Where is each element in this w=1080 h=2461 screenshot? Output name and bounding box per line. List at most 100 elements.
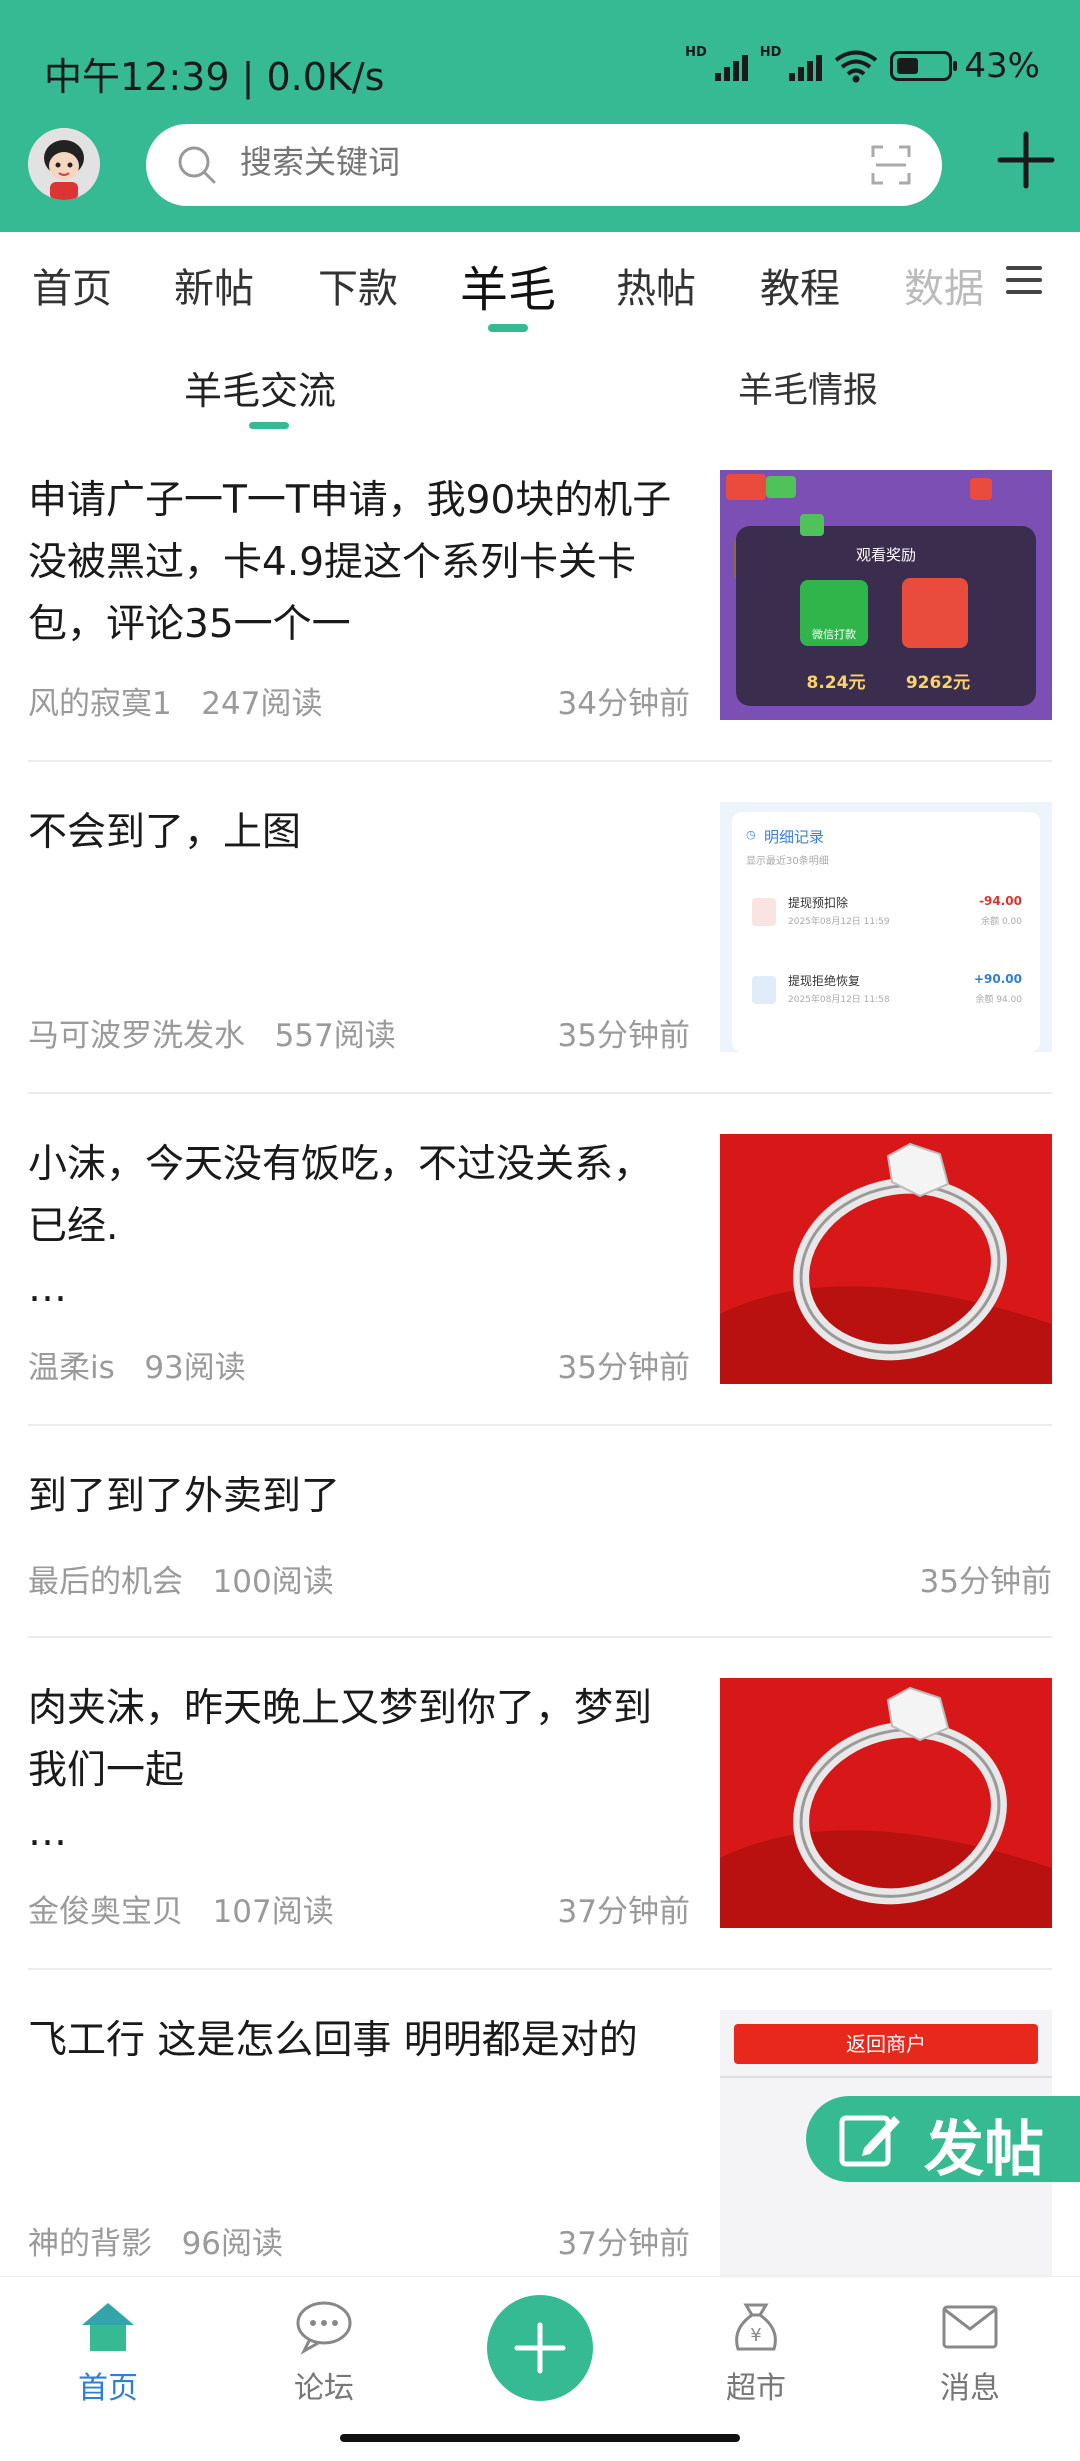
record-date: 2025年08月12日 11:58 [788,995,890,1005]
nav-home[interactable]: 首页 [38,2299,178,2407]
nav-forum[interactable]: 论坛 [254,2299,394,2407]
record-date: 2025年08月12日 11:59 [788,917,890,927]
post-author[interactable]: 神的背影 [28,2226,152,2262]
post-reads: 107阅读 [212,1894,334,1930]
record-amount: -94.00 [979,894,1022,908]
forum-icon [296,2301,352,2355]
nav-plus-button[interactable] [487,2295,593,2401]
edit-icon [839,2115,900,2167]
post-time: 37分钟前 [557,1894,690,1930]
record-name: 提现预扣除 [788,896,849,910]
clock-icon: ◷ [746,828,756,841]
signal-icon [789,51,823,81]
post-reads: 93阅读 [144,1350,246,1386]
post-title[interactable]: 不会到了，上图 [28,802,688,864]
post-thumbnail[interactable]: ◷ 明细记录 显示最近30条明细 提现预扣除 2025年08月12日 11:59… [720,802,1052,1052]
menu-icon[interactable] [1006,262,1042,298]
hd-label: HD [685,44,707,60]
reward-badge: 微信打款 [812,628,856,641]
post-thumbnail[interactable] [720,1134,1052,1384]
record-icon [752,898,776,926]
post-reads: 100阅读 [212,1564,334,1600]
status-time: 中午12:39 | 0.0K/s [44,55,385,99]
post-author-reads: 马可波罗洗发水 557阅读 [28,1010,396,1055]
home-icon [82,2303,134,2351]
reward-heading: 观看奖励 [855,546,916,564]
record-balance: 余额 0.00 [981,917,1022,927]
money-bag-icon: ¥ [735,2303,777,2351]
post-time: 35分钟前 [557,1018,690,1054]
post-author-reads: 金俊奥宝贝 107阅读 [28,1886,334,1931]
post-item[interactable]: 小沫，今天没有饭吃，不过没关系，已经. … 温柔is 93阅读 35分钟前 [28,1112,1052,1426]
red-envelope-icon [902,578,968,648]
scan-icon[interactable] [870,144,912,186]
post-item[interactable]: 到了到了外卖到了 最后的机会 100阅读 35分钟前 [28,1444,1052,1638]
record-row: 提现预扣除 2025年08月12日 11:59 -94.00 余额 0.00 [742,880,1030,946]
record-row: 提现拒绝恢复 2025年08月12日 11:58 +90.00 余额 94.00 [742,958,1030,1024]
tab-indicator [488,324,528,332]
sub-tabs: 羊毛交流 羊毛情报 [0,342,1080,442]
post-author-reads: 神的背影 96阅读 [28,2218,283,2263]
battery-percent: 43% [964,46,1040,86]
tab-wool[interactable]: 羊毛 [460,250,556,320]
post-title[interactable]: 申请广子一T一T申请，我90块的机子没被黑过，卡4.9提这个系列卡关卡包，评论3… [28,470,688,656]
post-reads: 96阅读 [181,2226,284,2262]
post-title[interactable]: 小沫，今天没有饭吃，不过没关系，已经. … [28,1134,688,1320]
tab-home[interactable]: 首页 [32,256,112,314]
post-title[interactable]: 飞工行 这是怎么回事 明明都是对的 [28,2010,688,2072]
records-sub: 显示最近30条明细 [746,856,829,867]
nav-market-label: 超市 [726,2371,786,2406]
post-title[interactable]: 肉夹沫，昨天晚上又梦到你了，梦到我们一起 … [28,1678,688,1864]
subtab-indicator [249,422,289,429]
post-author[interactable]: 温柔is [28,1350,115,1386]
record-amount: +90.00 [973,972,1022,986]
subtab-exchange[interactable]: 羊毛交流 [184,360,336,415]
record-icon [752,976,776,1004]
status-icons: HD HD 43% [685,44,1040,87]
reward-amount-right: 9262元 [905,673,971,693]
new-post-label: 发帖 [924,2115,1044,2185]
records-heading: 明细记录 [764,828,825,846]
post-author[interactable]: 马可波罗洗发水 [28,1018,245,1054]
search-input[interactable] [238,142,802,182]
tab-data[interactable]: 数据 [904,256,984,314]
post-author-reads: 风的寂寞1 247阅读 [28,678,322,723]
post-author[interactable]: 风的寂寞1 [28,686,172,722]
post-time: 37分钟前 [557,2226,690,2262]
post-thumbnail[interactable] [720,1678,1052,1928]
wifi-icon [835,50,878,83]
tab-hot[interactable]: 热帖 [616,256,696,314]
ring-image [720,1134,1052,1384]
plus-icon [514,2322,566,2374]
nav-market[interactable]: ¥ 超市 [686,2299,826,2407]
post-time: 35分钟前 [557,1350,690,1386]
avatar-icon [28,128,100,200]
post-item[interactable]: 肉夹沫，昨天晚上又梦到你了，梦到我们一起 … 金俊奥宝贝 107阅读 37分钟前 [28,1656,1052,1970]
nav-home-label: 首页 [78,2371,138,2406]
post-time: 34分钟前 [557,686,690,722]
post-title[interactable]: 到了到了外卖到了 [28,1466,928,1528]
post-author[interactable]: 金俊奥宝贝 [28,1894,183,1930]
tab-tutorial[interactable]: 教程 [760,256,840,314]
search-bar[interactable] [146,124,942,206]
mail-icon [942,2305,998,2349]
post-thumbnail[interactable]: 观看奖励 微信打款 8.24元 9262元 [720,470,1052,720]
post-item[interactable]: 不会到了，上图 马可波罗洗发水 557阅读 35分钟前 ◷ 明细记录 显示最近3… [28,780,1052,1094]
svg-text:¥: ¥ [750,2325,761,2346]
post-item[interactable]: 申请广子一T一T申请，我90块的机子没被黑过，卡4.9提这个系列卡关卡包，评论3… [28,448,1052,762]
new-post-button[interactable]: 发帖 [806,2096,1080,2185]
ring-image [720,1678,1052,1928]
post-author[interactable]: 最后的机会 [28,1564,183,1600]
avatar[interactable] [28,128,100,200]
add-icon[interactable] [994,128,1058,192]
nav-forum-label: 论坛 [294,2371,354,2406]
tab-loans[interactable]: 下款 [318,256,398,314]
wechat-pay-icon: 微信打款 [800,580,868,646]
nav-messages[interactable]: 消息 [900,2299,1040,2407]
post-author-reads: 温柔is 93阅读 [28,1342,246,1387]
tab-new[interactable]: 新帖 [174,256,254,314]
app-header: 中午12:39 | 0.0K/s HD HD 43% [0,0,1080,232]
post-reads: 247阅读 [201,686,323,722]
subtab-intel[interactable]: 羊毛情报 [738,362,878,413]
home-indicator[interactable] [340,2434,740,2442]
